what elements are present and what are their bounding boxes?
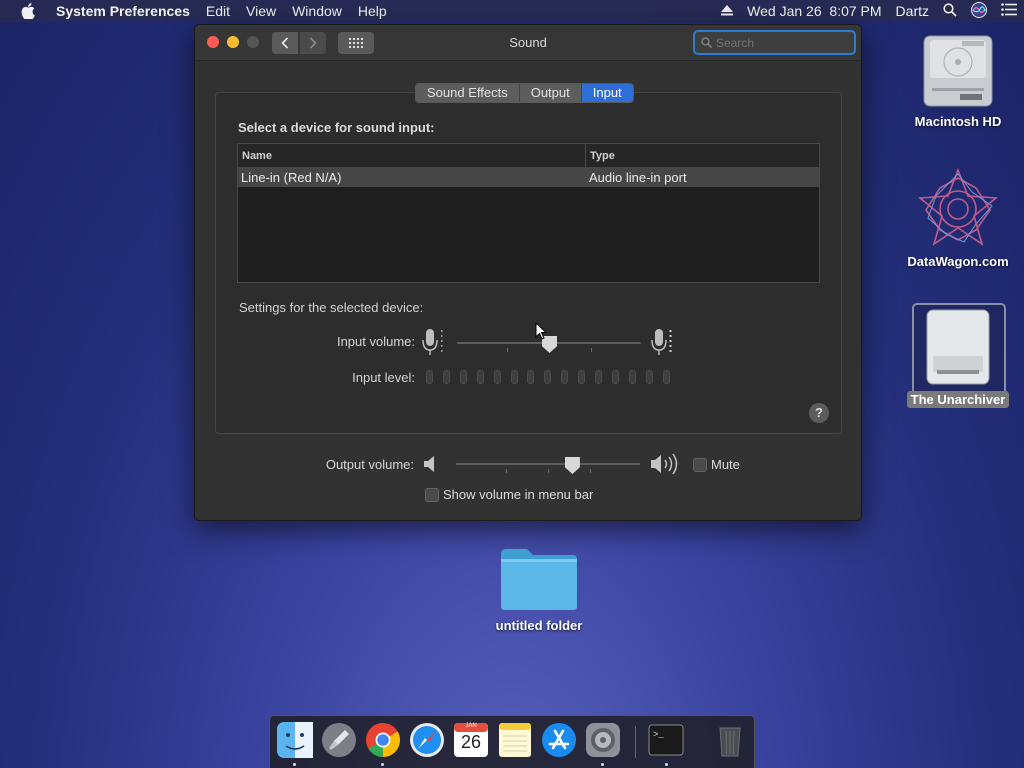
menubar-clock[interactable]: Wed Jan 26 8:07 PM — [747, 3, 881, 19]
running-indicator — [293, 763, 296, 766]
slider-tick — [590, 469, 591, 473]
input-level-label: Input level: — [352, 370, 415, 385]
show-volume-checkbox[interactable] — [425, 488, 439, 502]
search-input[interactable] — [716, 35, 846, 50]
output-volume-label: Output volume: — [325, 457, 414, 472]
search-icon — [701, 37, 712, 48]
desktop-icon-macintosh-hd[interactable]: Macintosh HD — [905, 32, 1011, 129]
menu-help[interactable]: Help — [350, 3, 395, 19]
input-settings-panel: Select a device for sound input: Name Ty… — [215, 92, 842, 434]
table-header: Name Type — [238, 143, 819, 168]
mouse-pointer-icon — [535, 321, 548, 343]
sound-preferences-window: Sound Select a device for sound input: N… — [194, 24, 862, 521]
output-volume-knob[interactable] — [564, 457, 580, 474]
dock-separator — [635, 726, 636, 758]
chrome-icon[interactable] — [365, 722, 401, 758]
level-segment — [561, 370, 569, 384]
desktop-icon-datawagon[interactable]: DataWagon.com — [905, 168, 1011, 269]
level-segment — [662, 370, 670, 384]
level-segment — [426, 370, 433, 384]
device-settings-title: Settings for the selected device: — [239, 300, 424, 315]
tab-output[interactable]: Output — [519, 84, 582, 102]
level-segment — [476, 370, 484, 384]
menubar-user[interactable]: Dartz — [896, 3, 929, 19]
table-row[interactable]: Line-in (Red N/A) Audio line-in port — [238, 168, 819, 187]
slider-tick — [506, 469, 507, 473]
input-device-table: Name Type Line-in (Red N/A) Audio line-i… — [237, 143, 820, 283]
slider-tick — [507, 348, 508, 352]
microphone-high-icon — [651, 327, 673, 360]
running-indicator — [381, 763, 384, 766]
svg-text:>_: >_ — [653, 730, 664, 740]
mute-checkbox[interactable] — [693, 458, 707, 472]
level-segment — [645, 370, 653, 384]
dock: JAN 26 >_ — [269, 715, 755, 768]
desktop-icon-untitled-folder[interactable]: untitled folder — [486, 546, 592, 633]
level-segment — [510, 370, 518, 384]
level-segment — [527, 370, 535, 384]
menu-bar: System Preferences Edit View Window Help… — [0, 0, 1024, 22]
desktop-icon-the-unarchiver[interactable]: The Unarchiver — [905, 308, 1011, 408]
running-indicator — [665, 763, 668, 766]
spotlight-icon[interactable] — [943, 2, 957, 20]
eject-icon[interactable] — [721, 3, 734, 19]
search-field[interactable] — [693, 30, 856, 55]
level-segment — [493, 370, 501, 384]
level-segment — [459, 370, 467, 384]
help-button[interactable]: ? — [809, 403, 829, 423]
desktop-icon-label: Macintosh HD — [914, 114, 1002, 129]
desktop-icon-label-text: The Unarchiver — [906, 391, 1010, 408]
column-header-name[interactable]: Name — [238, 143, 586, 168]
tab-sound-effects[interactable]: Sound Effects — [416, 84, 520, 102]
calendar-icon[interactable]: JAN 26 — [453, 722, 489, 758]
window-titlebar[interactable]: Sound — [195, 25, 861, 61]
hard-drive-icon — [905, 32, 1011, 110]
device-name-cell: Line-in (Red N/A) — [241, 170, 342, 185]
level-segment — [544, 370, 552, 384]
device-type-cell: Audio line-in port — [589, 170, 687, 185]
desktop-icon-label: The Unarchiver — [905, 391, 1011, 408]
sound-tabs: Sound Effects Output Input — [415, 83, 634, 103]
level-segment — [442, 370, 450, 384]
tab-input[interactable]: Input — [581, 84, 633, 102]
finder-icon[interactable] — [277, 722, 313, 758]
show-volume-label[interactable]: Show volume in menu bar — [443, 487, 593, 502]
safari-icon[interactable] — [409, 722, 445, 758]
mute-label[interactable]: Mute — [711, 457, 740, 472]
speaker-high-icon — [650, 453, 684, 478]
speaker-low-icon — [423, 455, 439, 476]
launchpad-icon[interactable] — [321, 722, 357, 758]
trash-icon[interactable] — [712, 722, 748, 758]
system-preferences-icon[interactable] — [585, 722, 621, 758]
desktop-icon-label: DataWagon.com — [907, 254, 1009, 269]
level-segment — [578, 370, 586, 384]
level-segment — [628, 370, 636, 384]
terminal-icon[interactable]: >_ — [648, 722, 684, 758]
menu-view[interactable]: View — [238, 3, 284, 19]
calendar-month: JAN — [465, 723, 477, 729]
output-volume-track[interactable] — [456, 463, 640, 465]
notification-center-icon[interactable] — [1001, 3, 1017, 19]
app-store-icon[interactable] — [541, 722, 577, 758]
calendar-day: 26 — [460, 732, 482, 752]
running-indicator — [601, 763, 604, 766]
siri-icon[interactable] — [971, 1, 987, 21]
column-header-type[interactable]: Type — [586, 150, 615, 162]
notes-icon[interactable] — [497, 722, 533, 758]
menu-window[interactable]: Window — [284, 3, 350, 19]
microphone-low-icon — [422, 327, 444, 360]
removable-drive-icon — [905, 308, 1011, 388]
level-segment — [611, 370, 619, 384]
menu-edit[interactable]: Edit — [198, 3, 238, 19]
apple-logo-icon[interactable] — [0, 3, 56, 19]
folder-icon — [486, 546, 592, 614]
menu-app-name[interactable]: System Preferences — [56, 3, 198, 19]
slider-tick — [548, 469, 549, 473]
datawagon-logo-icon — [905, 168, 1011, 250]
slider-tick — [591, 348, 592, 352]
desktop-icon-label: untitled folder — [495, 618, 583, 633]
level-segment — [595, 370, 602, 384]
input-volume-label: Input volume: — [336, 334, 415, 349]
device-section-title: Select a device for sound input: — [238, 120, 435, 135]
